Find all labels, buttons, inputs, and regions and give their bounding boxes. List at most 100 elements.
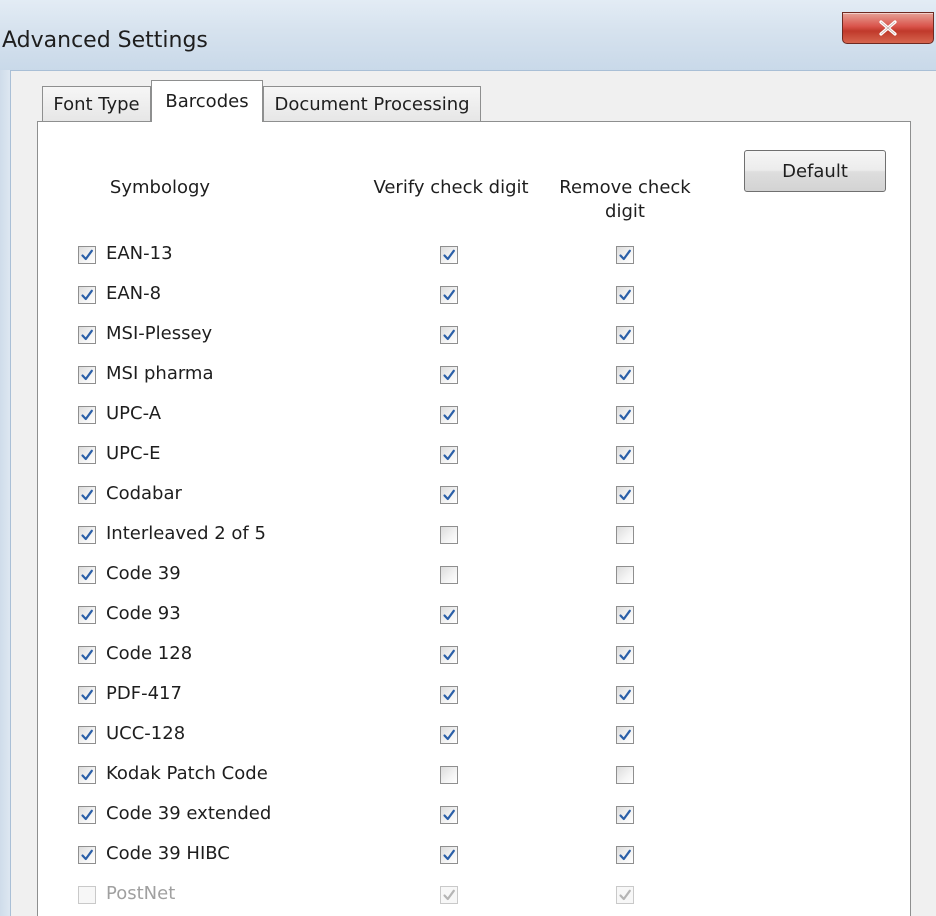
check-mark-icon	[443, 889, 455, 901]
symbology-enable-checkbox[interactable]	[78, 566, 96, 584]
symbology-header: Symbology	[109, 177, 211, 198]
verify-check-digit-checkbox[interactable]	[440, 766, 458, 784]
symbology-label: Code 39 extended	[106, 803, 272, 824]
check-mark-icon	[81, 409, 93, 421]
verify-check-digit-checkbox	[440, 886, 458, 904]
verify-check-digit-checkbox[interactable]	[440, 366, 458, 384]
remove-check-digit-checkbox[interactable]	[616, 246, 634, 264]
verify-check-digit-checkbox[interactable]	[440, 326, 458, 344]
check-mark-icon	[443, 689, 455, 701]
symbology-enable-checkbox[interactable]	[78, 646, 96, 664]
check-mark-icon	[619, 889, 631, 901]
advanced-settings-dialog: Advanced Settings Font Type Barcodes Doc…	[0, 0, 936, 916]
window-frame-edge	[0, 70, 11, 916]
check-mark-icon	[619, 849, 631, 861]
remove-check-digit-checkbox[interactable]	[616, 326, 634, 344]
verify-check-digit-header: Verify check digit	[373, 177, 529, 198]
check-mark-icon	[81, 729, 93, 741]
verify-check-digit-checkbox[interactable]	[440, 846, 458, 864]
check-mark-icon	[443, 809, 455, 821]
title-bar[interactable]: Advanced Settings	[0, 0, 936, 71]
symbology-label: UCC-128	[106, 723, 186, 744]
verify-check-digit-checkbox[interactable]	[440, 406, 458, 424]
check-mark-icon	[619, 449, 631, 461]
remove-check-digit-checkbox[interactable]	[616, 566, 634, 584]
check-mark-icon	[81, 289, 93, 301]
verify-check-digit-checkbox[interactable]	[440, 606, 458, 624]
symbology-enable-checkbox[interactable]	[78, 806, 96, 824]
remove-check-digit-checkbox[interactable]	[616, 686, 634, 704]
remove-check-digit-checkbox[interactable]	[616, 486, 634, 504]
check-mark-icon	[81, 449, 93, 461]
symbology-enable-checkbox[interactable]	[78, 246, 96, 264]
symbology-label: Code 93	[106, 603, 181, 624]
symbology-label: Code 128	[106, 643, 193, 664]
symbology-enable-checkbox[interactable]	[78, 406, 96, 424]
tab-font-type[interactable]: Font Type	[42, 86, 151, 122]
symbology-label: Code 39	[106, 563, 181, 584]
verify-check-digit-checkbox[interactable]	[440, 526, 458, 544]
tab-barcodes[interactable]: Barcodes	[151, 80, 263, 122]
symbology-label: Interleaved 2 of 5	[106, 523, 266, 544]
symbology-label: MSI pharma	[106, 363, 214, 384]
symbology-enable-checkbox[interactable]	[78, 766, 96, 784]
default-button-label: Default	[782, 160, 848, 182]
check-mark-icon	[619, 369, 631, 381]
verify-check-digit-checkbox[interactable]	[440, 446, 458, 464]
verify-check-digit-checkbox[interactable]	[440, 686, 458, 704]
symbology-enable-checkbox[interactable]	[78, 606, 96, 624]
symbology-enable-checkbox[interactable]	[78, 526, 96, 544]
check-mark-icon	[443, 489, 455, 501]
verify-check-digit-checkbox[interactable]	[440, 806, 458, 824]
remove-check-digit-checkbox[interactable]	[616, 446, 634, 464]
default-button[interactable]: Default	[744, 150, 886, 192]
symbology-enable-checkbox[interactable]	[78, 846, 96, 864]
verify-check-digit-checkbox[interactable]	[440, 486, 458, 504]
remove-check-digit-checkbox[interactable]	[616, 806, 634, 824]
symbology-label: UPC-A	[106, 403, 162, 424]
barcodes-panel	[37, 121, 911, 916]
symbology-enable-checkbox[interactable]	[78, 286, 96, 304]
symbology-label: EAN-13	[106, 243, 173, 264]
check-mark-icon	[81, 649, 93, 661]
symbology-enable-checkbox[interactable]	[78, 446, 96, 464]
remove-check-digit-checkbox[interactable]	[616, 646, 634, 664]
remove-check-digit-checkbox[interactable]	[616, 366, 634, 384]
check-mark-icon	[443, 249, 455, 261]
verify-check-digit-checkbox[interactable]	[440, 646, 458, 664]
remove-check-digit-checkbox[interactable]	[616, 846, 634, 864]
check-mark-icon	[619, 409, 631, 421]
check-mark-icon	[443, 329, 455, 341]
check-mark-icon	[443, 609, 455, 621]
check-mark-icon	[81, 849, 93, 861]
verify-check-digit-checkbox[interactable]	[440, 726, 458, 744]
remove-check-digit-checkbox[interactable]	[616, 286, 634, 304]
check-mark-icon	[443, 849, 455, 861]
remove-check-digit-checkbox[interactable]	[616, 606, 634, 624]
check-mark-icon	[81, 809, 93, 821]
symbology-enable-checkbox[interactable]	[78, 726, 96, 744]
close-icon	[879, 20, 897, 36]
verify-check-digit-checkbox[interactable]	[440, 246, 458, 264]
check-mark-icon	[81, 489, 93, 501]
symbology-enable-checkbox[interactable]	[78, 366, 96, 384]
symbology-label: Kodak Patch Code	[106, 763, 268, 784]
verify-check-digit-checkbox[interactable]	[440, 566, 458, 584]
remove-check-digit-checkbox[interactable]	[616, 766, 634, 784]
symbology-enable-checkbox[interactable]	[78, 326, 96, 344]
check-mark-icon	[81, 369, 93, 381]
tab-label: Font Type	[53, 94, 140, 115]
remove-check-digit-checkbox[interactable]	[616, 526, 634, 544]
check-mark-icon	[619, 649, 631, 661]
check-mark-icon	[619, 329, 631, 341]
remove-check-digit-checkbox[interactable]	[616, 726, 634, 744]
symbology-enable-checkbox[interactable]	[78, 486, 96, 504]
symbology-enable-checkbox[interactable]	[78, 686, 96, 704]
check-mark-icon	[81, 689, 93, 701]
verify-check-digit-checkbox[interactable]	[440, 286, 458, 304]
remove-check-digit-checkbox[interactable]	[616, 406, 634, 424]
remove-check-digit-header: Remove check digit	[559, 177, 691, 222]
tab-document-processing[interactable]: Document Processing	[263, 86, 481, 122]
close-button[interactable]	[842, 12, 934, 44]
symbology-label: EAN-8	[106, 283, 162, 304]
